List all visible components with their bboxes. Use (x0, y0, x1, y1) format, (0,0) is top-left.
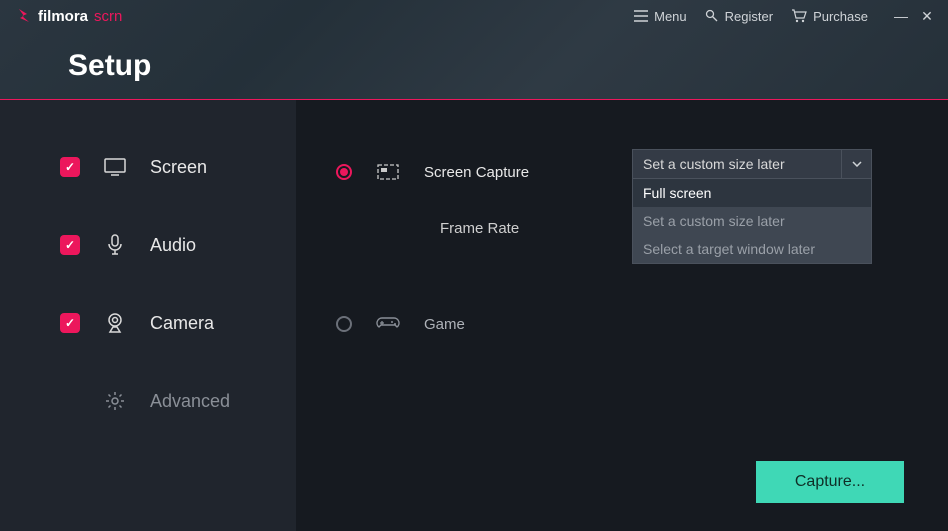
capture-size-dropdown: Full screen Set a custom size later Sele… (632, 179, 872, 264)
sidebar-item-advanced[interactable]: Advanced (0, 362, 296, 440)
dropdown-item[interactable]: Full screen (633, 179, 871, 207)
close-button[interactable]: ✕ (918, 8, 936, 25)
webcam-icon (104, 312, 126, 334)
app-logo: filmora scrn (16, 8, 122, 25)
cart-icon (791, 9, 807, 23)
logo-text-main: filmora (38, 8, 88, 25)
sidebar: ✓ Screen ✓ Audio ✓ Camera Advanced (0, 100, 296, 531)
option-label: Game (424, 316, 564, 333)
frame-rate-label: Frame Rate (440, 220, 519, 237)
capture-button[interactable]: Capture... (756, 461, 904, 503)
register-label: Register (725, 9, 773, 24)
sidebar-item-audio[interactable]: ✓ Audio (0, 206, 296, 284)
dropdown-item[interactable]: Set a custom size later (633, 207, 871, 235)
checkbox-icon[interactable]: ✓ (60, 313, 80, 333)
menu-label: Menu (654, 9, 687, 24)
menu-link[interactable]: Menu (634, 9, 687, 24)
header: filmora scrn Menu Register Purchase — ✕ S… (0, 0, 948, 100)
radio-icon[interactable] (336, 164, 352, 180)
topbar: filmora scrn Menu Register Purchase — ✕ (0, 0, 948, 32)
register-link[interactable]: Register (705, 9, 773, 24)
hamburger-icon (634, 10, 648, 22)
option-game[interactable]: Game (336, 292, 904, 356)
minimize-button[interactable]: — (892, 8, 910, 25)
sidebar-item-label: Screen (150, 157, 207, 178)
capture-size-select[interactable]: Set a custom size later (632, 149, 872, 179)
screen-region-icon (376, 164, 400, 180)
chevron-down-icon[interactable] (841, 150, 871, 178)
checkbox-icon[interactable]: ✓ (60, 235, 80, 255)
monitor-icon (104, 158, 126, 176)
select-value: Set a custom size later (643, 156, 785, 172)
sidebar-item-camera[interactable]: ✓ Camera (0, 284, 296, 362)
dropdown-item[interactable]: Select a target window later (633, 235, 871, 263)
checkbox-icon[interactable]: ✓ (60, 157, 80, 177)
sidebar-item-label: Advanced (150, 391, 230, 412)
option-label: Screen Capture (424, 164, 564, 181)
key-icon (705, 9, 719, 23)
page-title: Setup (68, 49, 151, 83)
logo-text-suffix: scrn (94, 8, 122, 25)
sidebar-item-label: Audio (150, 235, 196, 256)
purchase-label: Purchase (813, 9, 868, 24)
gamepad-icon (376, 316, 400, 332)
radio-icon[interactable] (336, 316, 352, 332)
content-panel: Screen Capture Frame Rate Game Set a cus… (296, 100, 948, 531)
microphone-icon (104, 234, 126, 256)
logo-icon (16, 8, 32, 24)
sidebar-item-label: Camera (150, 313, 214, 334)
sidebar-item-screen[interactable]: ✓ Screen (0, 128, 296, 206)
purchase-link[interactable]: Purchase (791, 9, 868, 24)
gear-icon (104, 391, 126, 411)
